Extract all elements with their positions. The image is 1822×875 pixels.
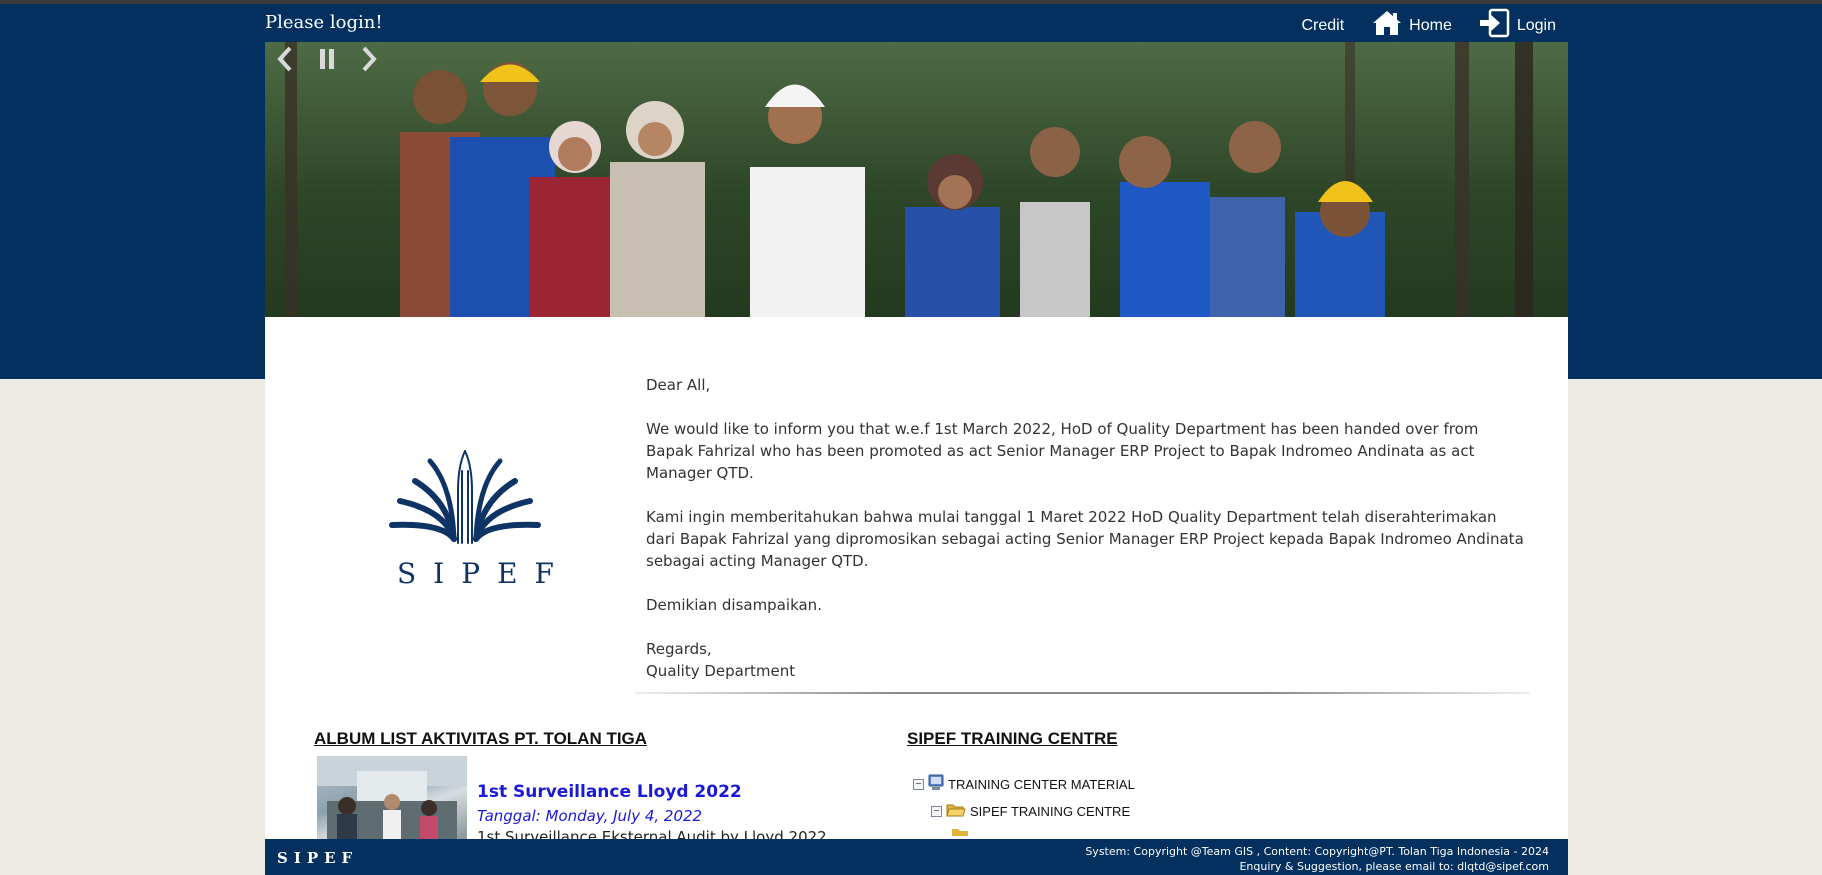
footer: SIPEF System: Copyright @Team GIS , Cont… — [265, 839, 1568, 875]
announcement-signature: Quality Department — [646, 662, 796, 680]
training-section-title[interactable]: SIPEF TRAINING CENTRE — [907, 729, 1118, 749]
tree-node-label: SIPEF TRAINING CENTRE — [970, 804, 1131, 819]
computer-icon — [928, 774, 944, 795]
slider-controls — [273, 44, 381, 74]
page-container: Please login! Credit Home Login SIPEF De… — [265, 4, 1568, 875]
announcement-paragraph-en: We would like to inform you that w.e.f 1… — [646, 420, 1479, 482]
nav-login-link[interactable]: Login — [1479, 8, 1556, 43]
main-content: SIPEF Dear All, We would like to inform … — [265, 317, 1568, 846]
nav-login-label: Login — [1516, 16, 1556, 34]
login-icon — [1479, 8, 1510, 43]
album-item-date: Tanggal: Monday, July 4, 2022 — [477, 807, 703, 825]
announcement-closing: Demikian disampaikan. — [646, 596, 822, 614]
collapse-icon[interactable]: − — [931, 806, 942, 817]
nav-credit-link[interactable]: Credit — [1301, 17, 1344, 35]
album-section-title[interactable]: ALBUM LIST AKTIVITAS PT. TOLAN TIGA — [314, 729, 647, 749]
pause-icon[interactable] — [315, 44, 339, 74]
folder-open-icon — [946, 802, 966, 821]
tree-node-sipef-training-centre[interactable]: − SIPEF TRAINING CENTRE — [931, 802, 1130, 821]
announcement-regards: Regards, — [646, 640, 712, 658]
tree-node-child[interactable] — [951, 824, 971, 839]
login-prompt: Please login! — [265, 12, 383, 33]
top-nav: Credit Home Login — [1301, 8, 1556, 43]
announcement-message: Dear All, We would like to inform you th… — [646, 374, 1526, 682]
banner-photo — [265, 42, 1568, 317]
nav-credit-label: Credit — [1301, 16, 1345, 34]
folder-icon — [951, 824, 971, 839]
tree-node-training-material[interactable]: − TRAINING CENTER MATERIAL — [913, 774, 1135, 795]
logo-wordmark: SIPEF — [397, 557, 571, 590]
sipef-logo: SIPEF — [370, 431, 560, 591]
section-divider — [635, 692, 1530, 694]
announcement-paragraph-id: Kami ingin memberitahukan bahwa mulai ta… — [646, 508, 1524, 570]
enquiry-text[interactable]: Enquiry & Suggestion, please email to: d… — [1085, 859, 1549, 874]
banner-slider — [265, 42, 1568, 317]
announcement-greeting: Dear All, — [646, 376, 711, 394]
album-thumbnail[interactable] — [317, 756, 467, 846]
nav-home-link[interactable]: Home — [1372, 10, 1452, 41]
collapse-icon[interactable]: − — [913, 779, 924, 790]
chevron-right-icon[interactable] — [357, 44, 381, 74]
copyright-text: System: Copyright @Team GIS , Content: C… — [1085, 845, 1549, 858]
album-item-title[interactable]: 1st Surveillance Lloyd 2022 — [477, 782, 742, 802]
chevron-left-icon[interactable] — [273, 44, 297, 74]
tree-node-label: TRAINING CENTER MATERIAL — [948, 777, 1135, 792]
home-icon — [1372, 10, 1402, 41]
footer-copyright: System: Copyright @Team GIS , Content: C… — [1085, 844, 1549, 874]
footer-logo: SIPEF — [277, 849, 359, 867]
nav-home-label: Home — [1409, 16, 1452, 34]
